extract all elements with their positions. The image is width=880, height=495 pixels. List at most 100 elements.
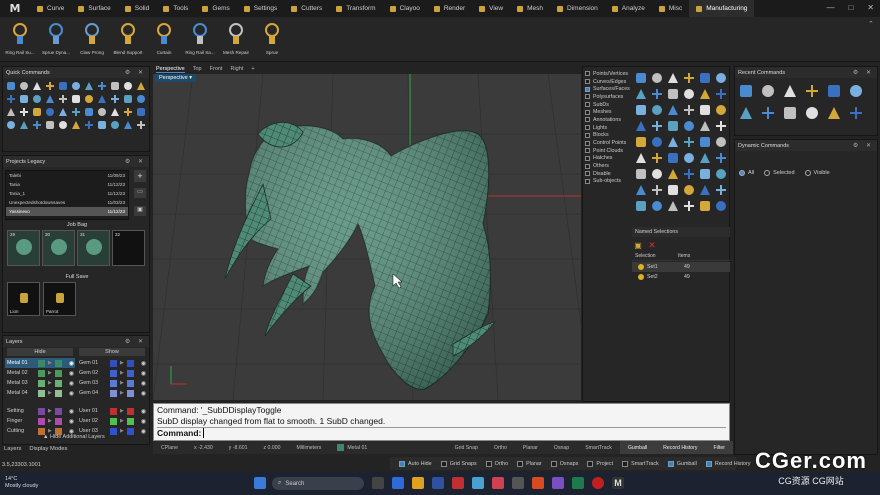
filter-item[interactable]: Blocks	[585, 132, 633, 140]
layer-color-swatch[interactable]	[38, 407, 45, 415]
layer-material-swatch[interactable]	[54, 417, 62, 425]
status-toggle-0[interactable]: Grid Snap	[447, 441, 486, 454]
filter-command-icon[interactable]	[715, 152, 727, 164]
recent-command-icon[interactable]	[783, 84, 797, 98]
quick-command-icon[interactable]	[123, 94, 133, 104]
dynamic-option-visible[interactable]: Visible	[804, 170, 830, 176]
radio-button[interactable]	[739, 170, 745, 176]
checkbox[interactable]	[585, 71, 590, 77]
panel-controls-icon[interactable]: ⚙ ✕	[125, 69, 146, 76]
filter-command-icon[interactable]	[635, 184, 647, 196]
checkbox[interactable]	[585, 148, 590, 154]
panel-controls-icon[interactable]: ⚙ ✕	[853, 69, 874, 76]
named-selection-row[interactable]: Set1 49	[632, 262, 730, 272]
eye-icon[interactable]: ◉	[141, 428, 146, 435]
ribbon-button-2[interactable]: Claw Prong	[74, 17, 110, 61]
eye-icon[interactable]: ◉	[69, 418, 74, 425]
filter-command-icon[interactable]	[699, 88, 711, 100]
layer-color-swatch[interactable]	[38, 379, 45, 387]
subd-claw-model[interactable]	[224, 122, 497, 390]
checkbox[interactable]	[585, 86, 590, 92]
app-icon[interactable]	[512, 477, 524, 489]
filter-command-icon[interactable]	[715, 200, 727, 212]
viewport-tab-4[interactable]: +	[251, 66, 254, 72]
osnap-toggle[interactable]: Gumball	[667, 460, 697, 467]
filter-command-icon[interactable]	[667, 184, 679, 196]
filter-command-icon[interactable]	[683, 200, 695, 212]
layer-color-swatch[interactable]	[110, 359, 117, 367]
checkbox[interactable]	[399, 460, 405, 467]
filter-command-icon[interactable]	[683, 152, 695, 164]
layer-color-swatch[interactable]	[38, 369, 45, 377]
layer-row[interactable]: User 02 ▶ ◉	[77, 416, 147, 426]
quick-command-icon[interactable]	[45, 81, 55, 91]
quick-command-icon[interactable]	[58, 107, 68, 117]
status-toggle-5[interactable]: Gumball	[619, 441, 656, 454]
windows-start-icon[interactable]	[254, 477, 266, 489]
layer-material-swatch[interactable]	[126, 417, 134, 425]
ribbon-button-6[interactable]: Mesh Repair	[218, 17, 254, 61]
filter-command-icon[interactable]	[651, 72, 663, 84]
play-icon[interactable]: ▶	[48, 408, 52, 414]
status-toggle-1[interactable]: Ortho	[486, 441, 515, 454]
checkbox[interactable]	[585, 155, 590, 161]
quick-command-icon[interactable]	[84, 94, 94, 104]
filter-command-icon[interactable]	[635, 88, 647, 100]
quick-command-icon[interactable]	[6, 107, 16, 117]
play-icon[interactable]: ▶	[48, 370, 52, 376]
tab-clayoo[interactable]: Clayoo	[383, 0, 427, 17]
tab-tools[interactable]: Tools	[156, 0, 195, 17]
quick-command-icon[interactable]	[123, 120, 133, 130]
osnap-toggle[interactable]: Osnaps	[550, 460, 578, 467]
task-view-icon[interactable]	[372, 477, 384, 489]
filter-command-icon[interactable]	[635, 120, 647, 132]
layer-color-swatch[interactable]	[110, 389, 117, 397]
matrix-app-icon[interactable]: M	[612, 477, 624, 489]
eye-icon[interactable]: ◉	[69, 380, 74, 387]
quick-command-icon[interactable]	[97, 81, 107, 91]
osnap-toggle[interactable]: Record History	[705, 460, 750, 467]
status-toggle-4[interactable]: SmartTrack	[577, 441, 620, 454]
save-selection-icon[interactable]: ▣	[633, 240, 643, 250]
filter-command-icon[interactable]	[651, 168, 663, 180]
checkbox[interactable]	[585, 79, 590, 85]
tab-mesh[interactable]: Mesh	[510, 0, 550, 17]
layer-material-swatch[interactable]	[54, 389, 62, 397]
filter-command-icon[interactable]	[715, 104, 727, 116]
quick-command-icon[interactable]	[97, 120, 107, 130]
recent-command-icon[interactable]	[739, 84, 753, 98]
filter-command-icon[interactable]	[667, 168, 679, 180]
job-bag-thumbnail[interactable]: 30	[42, 230, 75, 266]
osnap-toggle[interactable]: Auto Hide	[399, 460, 432, 467]
quick-command-icon[interactable]	[84, 81, 94, 91]
command-history[interactable]: Command: '_SubDDisplayToggle SubD displa…	[153, 403, 730, 441]
quick-command-icon[interactable]	[45, 120, 55, 130]
osnap-toggle[interactable]: SmartTrack	[622, 460, 659, 467]
tab-render[interactable]: Render	[427, 0, 472, 17]
tab-settings[interactable]: Settings	[237, 0, 285, 17]
current-layer[interactable]: Metal 01	[329, 444, 375, 451]
weather-widget[interactable]: 14°C Mostly cloudy	[5, 476, 38, 490]
recent-command-icon[interactable]	[849, 106, 863, 120]
quick-command-icon[interactable]	[19, 107, 29, 117]
quick-command-icon[interactable]	[71, 81, 81, 91]
checkbox[interactable]	[485, 460, 492, 467]
quick-command-icon[interactable]	[6, 81, 16, 91]
app-icon[interactable]	[452, 477, 464, 489]
quick-command-icon[interactable]	[71, 107, 81, 117]
recent-command-icon[interactable]	[761, 106, 775, 120]
filter-command-icon[interactable]	[667, 152, 679, 164]
project-row[interactable]: Talebi 11/09/23	[6, 171, 128, 180]
filter-command-icon[interactable]	[699, 72, 711, 84]
panel-controls-icon[interactable]: ⚙ ✕	[125, 338, 146, 345]
tab-surface[interactable]: Surface	[71, 0, 117, 17]
tab-cutters[interactable]: Cutters	[284, 0, 329, 17]
layer-row[interactable]: Gem 01 ▶ ◉	[77, 358, 147, 368]
filter-command-icon[interactable]	[635, 168, 647, 180]
checkbox[interactable]	[550, 460, 557, 467]
layer-color-swatch[interactable]	[38, 417, 45, 425]
play-icon[interactable]: ▶	[48, 390, 52, 396]
layer-row[interactable]: Metal 03 ▶ ◉	[5, 378, 75, 388]
filter-item[interactable]: Curves/Edges	[585, 78, 633, 86]
recent-command-icon[interactable]	[827, 106, 841, 120]
